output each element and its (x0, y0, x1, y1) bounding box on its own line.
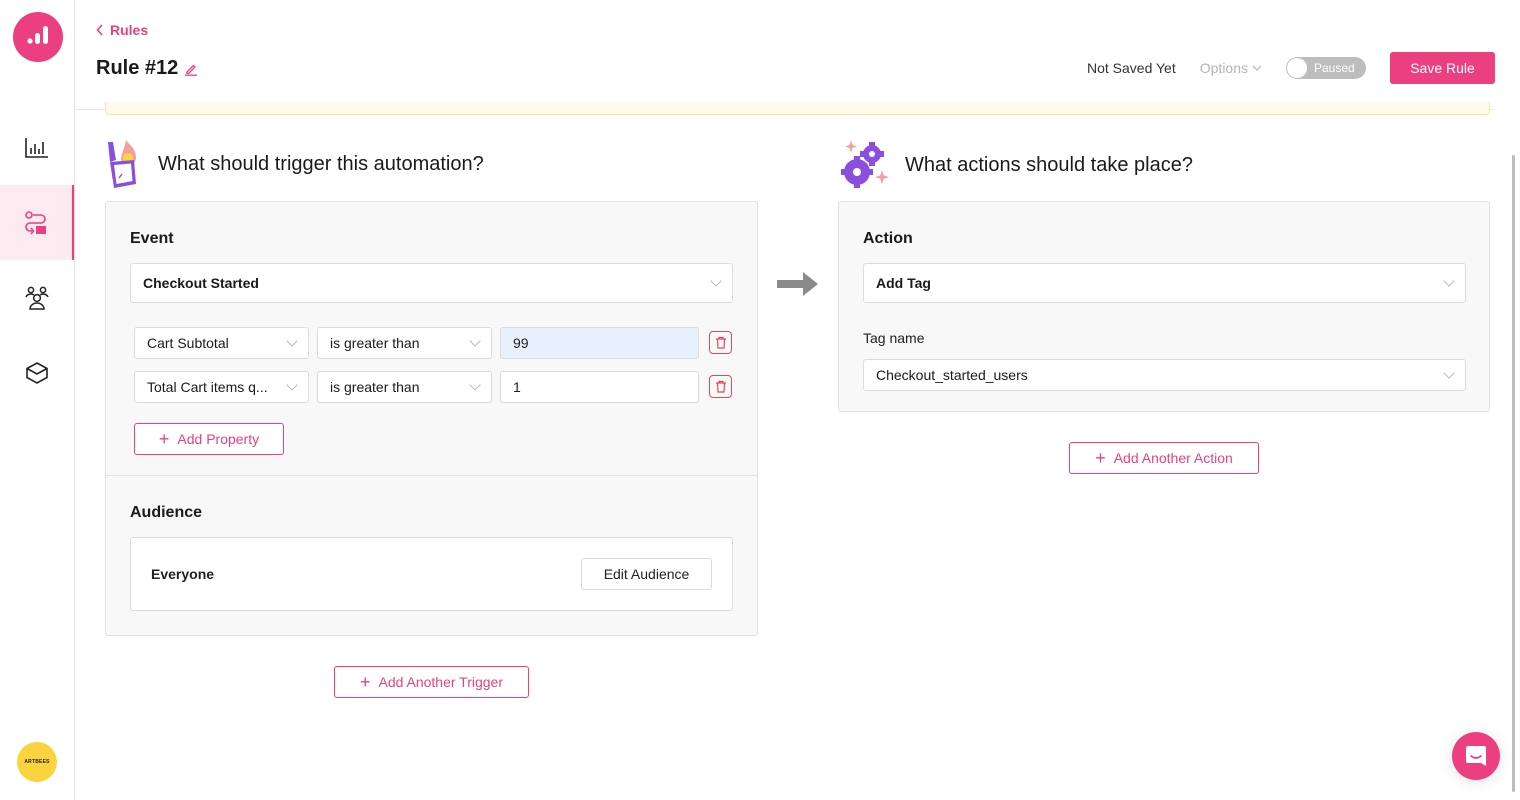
chat-icon (1466, 746, 1486, 766)
condition-property-select[interactable]: Total Cart items q... (134, 371, 309, 403)
chevron-down-icon (1443, 275, 1455, 287)
action-section-heading: What actions should take place? (837, 138, 1193, 192)
action-select[interactable]: Add Tag (863, 263, 1466, 303)
trash-icon (715, 336, 726, 349)
trigger-heading-text: What should trigger this automation? (158, 152, 484, 175)
delete-condition-button[interactable] (709, 331, 732, 354)
add-another-action-button[interactable]: + Add Another Action (1069, 442, 1259, 474)
chevron-down-icon (1252, 65, 1262, 71)
edit-pencil-icon[interactable] (184, 62, 198, 76)
workflow-icon (25, 210, 46, 235)
sidebar-item-integrations[interactable] (0, 335, 74, 410)
plus-icon: + (158, 429, 170, 449)
save-rule-button[interactable]: Save Rule (1390, 52, 1495, 84)
chevron-down-icon (469, 379, 481, 391)
card-divider (106, 475, 757, 476)
save-status: Not Saved Yet (1087, 60, 1176, 76)
notice-banner (105, 102, 1490, 115)
page-header: Rules Rule #12 Not Saved Yet Options Pau… (75, 0, 1520, 100)
chevron-down-icon (286, 379, 298, 391)
lighter-fire-icon (108, 140, 136, 188)
condition-operator-select[interactable]: is greater than (317, 371, 492, 403)
add-action-label: Add Another Action (1113, 450, 1233, 466)
options-label: Options (1199, 60, 1248, 76)
condition-operator-value: is greater than (330, 379, 420, 395)
chevron-down-icon (469, 335, 481, 347)
cube-icon (26, 361, 48, 384)
bar-chart-icon (25, 137, 48, 158)
tag-name-label: Tag name (863, 330, 925, 346)
trigger-card: Event Checkout Started Cart Subtotal is … (105, 201, 758, 636)
delete-condition-button[interactable] (709, 375, 732, 398)
toggle-label: Paused (1314, 61, 1355, 75)
event-label: Event (130, 230, 174, 247)
chevron-down-icon (1443, 367, 1455, 379)
condition-value-input[interactable]: 1 (500, 371, 699, 403)
chevron-left-icon (96, 24, 103, 36)
header-actions: Not Saved Yet Options Paused Save Rule (1087, 52, 1495, 84)
action-label: Action (863, 230, 913, 247)
logo-bars-icon (27, 26, 48, 44)
trigger-section-heading: What should trigger this automation? (104, 138, 484, 190)
page-scrollbar[interactable] (1512, 155, 1515, 792)
event-select-value: Checkout Started (143, 275, 259, 291)
condition-operator-select[interactable]: is greater than (317, 327, 492, 359)
sidebar-item-automations[interactable] (0, 185, 74, 260)
audience-box: Everyone Edit Audience (130, 537, 733, 611)
sidebar-item-audiences[interactable] (0, 260, 74, 335)
condition-property-value: Total Cart items q... (147, 379, 268, 395)
options-dropdown[interactable]: Options (1200, 60, 1262, 76)
chat-launcher-button[interactable] (1452, 732, 1500, 780)
edit-audience-button[interactable]: Edit Audience (581, 558, 712, 590)
condition-property-value: Cart Subtotal (147, 335, 229, 351)
app-logo[interactable] (13, 12, 63, 62)
back-link-label: Rules (110, 22, 149, 38)
action-card: Action Add Tag Tag name Checkout_started… (838, 201, 1490, 412)
gears-sparkle-icon (841, 140, 889, 188)
account-avatar[interactable]: ARTBEES (17, 742, 57, 782)
condition-operator-value: is greater than (330, 335, 420, 351)
add-property-label: Add Property (177, 431, 260, 447)
page-title: Rule #12 (96, 57, 198, 80)
users-icon (25, 286, 49, 310)
condition-value-text: 1 (513, 379, 521, 395)
back-to-rules-link[interactable]: Rules (96, 22, 148, 38)
flow-arrow-icon (777, 272, 818, 296)
add-trigger-label: Add Another Trigger (378, 674, 504, 690)
status-toggle[interactable]: Paused (1286, 57, 1366, 79)
sidebar-item-analytics[interactable] (0, 110, 74, 185)
add-another-trigger-button[interactable]: + Add Another Trigger (334, 666, 529, 698)
chevron-down-icon (710, 275, 722, 287)
audience-label: Audience (130, 504, 203, 521)
edit-audience-label: Edit Audience (603, 566, 690, 582)
condition-property-select[interactable]: Cart Subtotal (134, 327, 309, 359)
sidebar: ARTBEES (0, 0, 75, 800)
avatar-text: ARTBEES (24, 759, 50, 765)
event-select[interactable]: Checkout Started (130, 263, 733, 303)
trash-icon (715, 380, 726, 393)
tag-name-select[interactable]: Checkout_started_users (863, 359, 1466, 391)
plus-icon: + (359, 672, 371, 692)
add-property-button[interactable]: + Add Property (134, 423, 284, 455)
rule-title: Rule #12 (96, 57, 179, 79)
chevron-down-icon (286, 335, 298, 347)
action-select-value: Add Tag (876, 275, 931, 291)
audience-value: Everyone (151, 566, 215, 582)
toggle-knob (1287, 58, 1307, 78)
plus-icon: + (1095, 448, 1106, 468)
action-heading-text: What actions should take place? (905, 153, 1193, 176)
condition-value-input[interactable]: 99 (500, 327, 699, 359)
tag-name-value: Checkout_started_users (876, 367, 1028, 383)
condition-value-text: 99 (513, 335, 529, 351)
